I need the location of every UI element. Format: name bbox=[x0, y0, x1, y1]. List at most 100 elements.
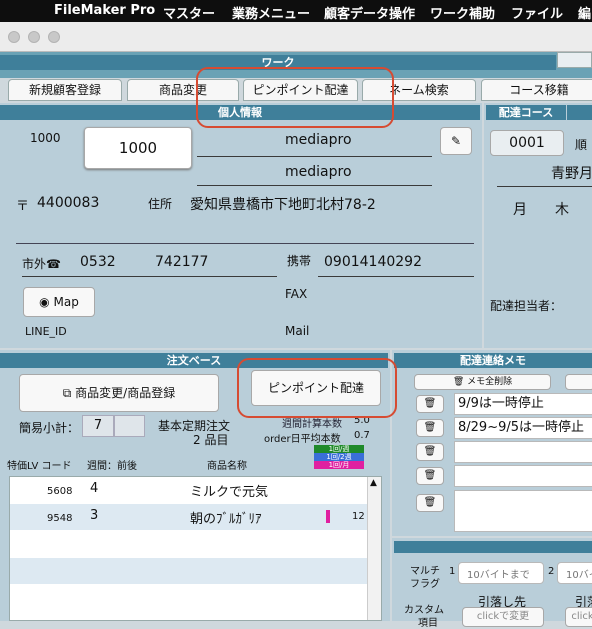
course-day-1: 月 bbox=[513, 202, 527, 218]
flag-2-index: 2 bbox=[548, 566, 555, 577]
pull-account-change-button-2[interactable]: click bbox=[565, 607, 592, 627]
row-name: 朝のﾌﾞﾙｶﾞﾘｱ bbox=[190, 512, 262, 527]
monthly-marker bbox=[326, 510, 330, 523]
row-code: 5608 bbox=[47, 486, 73, 497]
clear-memo-label: メモ全削除 bbox=[467, 377, 513, 387]
map-button-label: Map bbox=[53, 295, 79, 309]
table-row[interactable] bbox=[10, 558, 367, 584]
course-order-label: 順 bbox=[575, 138, 588, 152]
mobile-label: 携帯 bbox=[287, 254, 312, 268]
customer-name-2[interactable]: mediapro bbox=[285, 164, 352, 180]
subtotal-value[interactable]: 7 bbox=[82, 415, 114, 437]
clear-memo-button[interactable]: 🗑 メモ全削除 bbox=[414, 374, 551, 390]
row-qty: 3 bbox=[90, 508, 99, 523]
area-code-value[interactable]: 0532 bbox=[80, 254, 116, 270]
course-area[interactable]: 青野月 bbox=[551, 163, 592, 183]
menu-file[interactable]: ファイル bbox=[511, 3, 563, 22]
edit-button[interactable]: ✎ bbox=[440, 127, 472, 155]
zoom-window-button[interactable] bbox=[48, 31, 60, 43]
scroll-up-icon[interactable]: ▲ bbox=[370, 478, 377, 488]
menu-edit[interactable]: 編 bbox=[578, 3, 591, 22]
flag-1-index: 1 bbox=[449, 566, 456, 577]
table-row[interactable] bbox=[10, 585, 367, 611]
phone-underline bbox=[22, 276, 277, 277]
legend-weekly: 1回/週 bbox=[314, 445, 364, 453]
row-qty: 4 bbox=[90, 481, 99, 496]
address-value[interactable]: 愛知県豊橋市下地町北村78-2 bbox=[190, 194, 376, 214]
regular-order-count: 2 品目 bbox=[193, 433, 229, 447]
order-list: 5608 4 ミルクで元気 9548 3 朝のﾌﾞﾙｶﾞﾘｱ 12 ▲ bbox=[9, 476, 382, 621]
delete-memo-3-button[interactable]: 🗑 bbox=[416, 443, 444, 461]
window-titlebar bbox=[0, 22, 592, 52]
delete-memo-2-button[interactable]: 🗑 bbox=[416, 419, 444, 437]
course-code-field[interactable]: 0001 bbox=[490, 130, 564, 156]
subtotal-extra-field[interactable] bbox=[114, 415, 145, 437]
tab-new-customer[interactable]: 新規顧客登録 bbox=[8, 79, 122, 101]
course-area-underline bbox=[497, 186, 592, 187]
mobile-value[interactable]: 09014140292 bbox=[324, 254, 422, 270]
pull-account-change-button[interactable]: clickで変更 bbox=[462, 607, 544, 627]
mail-label: Mail bbox=[285, 324, 310, 338]
customer-id-label: 1000 bbox=[30, 131, 61, 145]
flag-1-field[interactable] bbox=[458, 562, 549, 584]
flag-2-field[interactable] bbox=[557, 562, 592, 584]
menu-customer-data[interactable]: 顧客データ操作 bbox=[324, 3, 415, 22]
delete-memo-5-button[interactable]: 🗑 bbox=[416, 494, 444, 512]
minimize-window-button[interactable] bbox=[28, 31, 40, 43]
memo-field-1[interactable]: 9/9は一時停止 bbox=[454, 393, 592, 415]
col-code-header: 特価LV コード bbox=[7, 461, 72, 472]
flag-1-input[interactable] bbox=[465, 569, 549, 582]
legend-biweekly: 1回/2週 bbox=[314, 453, 364, 461]
map-button[interactable]: ◉ Map bbox=[23, 287, 95, 317]
flags-header bbox=[394, 541, 592, 553]
copy-icon: ⧉ bbox=[62, 386, 72, 400]
menu-operations[interactable]: 業務メニュー bbox=[232, 3, 310, 22]
trash-icon: 🗑 bbox=[423, 398, 437, 409]
trash-icon: 🗑 bbox=[423, 446, 437, 457]
legend-monthly: 1回/月 bbox=[314, 461, 364, 469]
delete-memo-1-button[interactable]: 🗑 bbox=[416, 395, 444, 413]
fax-label: FAX bbox=[285, 287, 308, 301]
memo-field-4[interactable] bbox=[454, 465, 592, 487]
tab-course-transfer[interactable]: コース移籍 bbox=[481, 79, 592, 101]
trash-icon: 🗑 bbox=[423, 470, 437, 481]
subtotal-label: 簡易小計： bbox=[19, 421, 80, 435]
trash-icon: 🗑 bbox=[423, 422, 437, 433]
col-week-header: 週間：前後 bbox=[87, 461, 137, 472]
memo-side-button[interactable] bbox=[565, 374, 592, 390]
header-side-block bbox=[557, 52, 592, 68]
multi-flag-label-2: フラグ bbox=[410, 579, 440, 590]
table-row[interactable]: 9548 3 朝のﾌﾞﾙｶﾞﾘｱ 12 bbox=[10, 504, 367, 530]
row-extra: 12 bbox=[352, 511, 365, 522]
course-day-2: 木 bbox=[555, 202, 569, 218]
flag-2-input[interactable] bbox=[564, 569, 592, 582]
zip-value[interactable]: 4400083 bbox=[37, 195, 99, 211]
table-row[interactable] bbox=[10, 531, 367, 557]
memo-field-3[interactable] bbox=[454, 441, 592, 463]
delete-memo-4-button[interactable]: 🗑 bbox=[416, 467, 444, 485]
line-id-label: LINE_ID bbox=[25, 325, 67, 338]
trash-icon: 🗑 bbox=[423, 497, 437, 508]
customer-name-1[interactable]: mediapro bbox=[285, 132, 352, 148]
order-list-scrollbar[interactable]: ▲ bbox=[367, 477, 381, 620]
zip-label: 〒 bbox=[16, 199, 30, 214]
menu-master[interactable]: マスター bbox=[163, 3, 215, 22]
mobile-underline bbox=[318, 276, 474, 277]
row-code: 9548 bbox=[47, 513, 73, 524]
address-label: 住所 bbox=[148, 197, 173, 211]
name2-underline bbox=[197, 185, 432, 186]
app-menu[interactable]: FileMaker Pro bbox=[54, 3, 155, 18]
address-divider bbox=[16, 243, 474, 244]
pinpoint-button-highlight bbox=[237, 358, 397, 418]
name1-underline bbox=[197, 156, 432, 157]
menu-work-aux[interactable]: ワーク補助 bbox=[430, 3, 495, 22]
memo-field-2[interactable]: 8/29~9/5は一時停止 bbox=[454, 417, 592, 439]
memo-field-5[interactable] bbox=[454, 490, 592, 532]
phone-value[interactable]: 742177 bbox=[155, 254, 208, 270]
product-change-button[interactable]: ⧉ 商品変更/商品登録 bbox=[19, 374, 219, 412]
customer-id-field[interactable]: 1000 bbox=[84, 127, 192, 169]
table-row[interactable]: 5608 4 ミルクで元気 bbox=[10, 477, 367, 503]
delivery-staff-label: 配達担当者： bbox=[490, 299, 563, 313]
close-window-button[interactable] bbox=[8, 31, 20, 43]
daily-average-value: 0.7 bbox=[354, 430, 370, 441]
